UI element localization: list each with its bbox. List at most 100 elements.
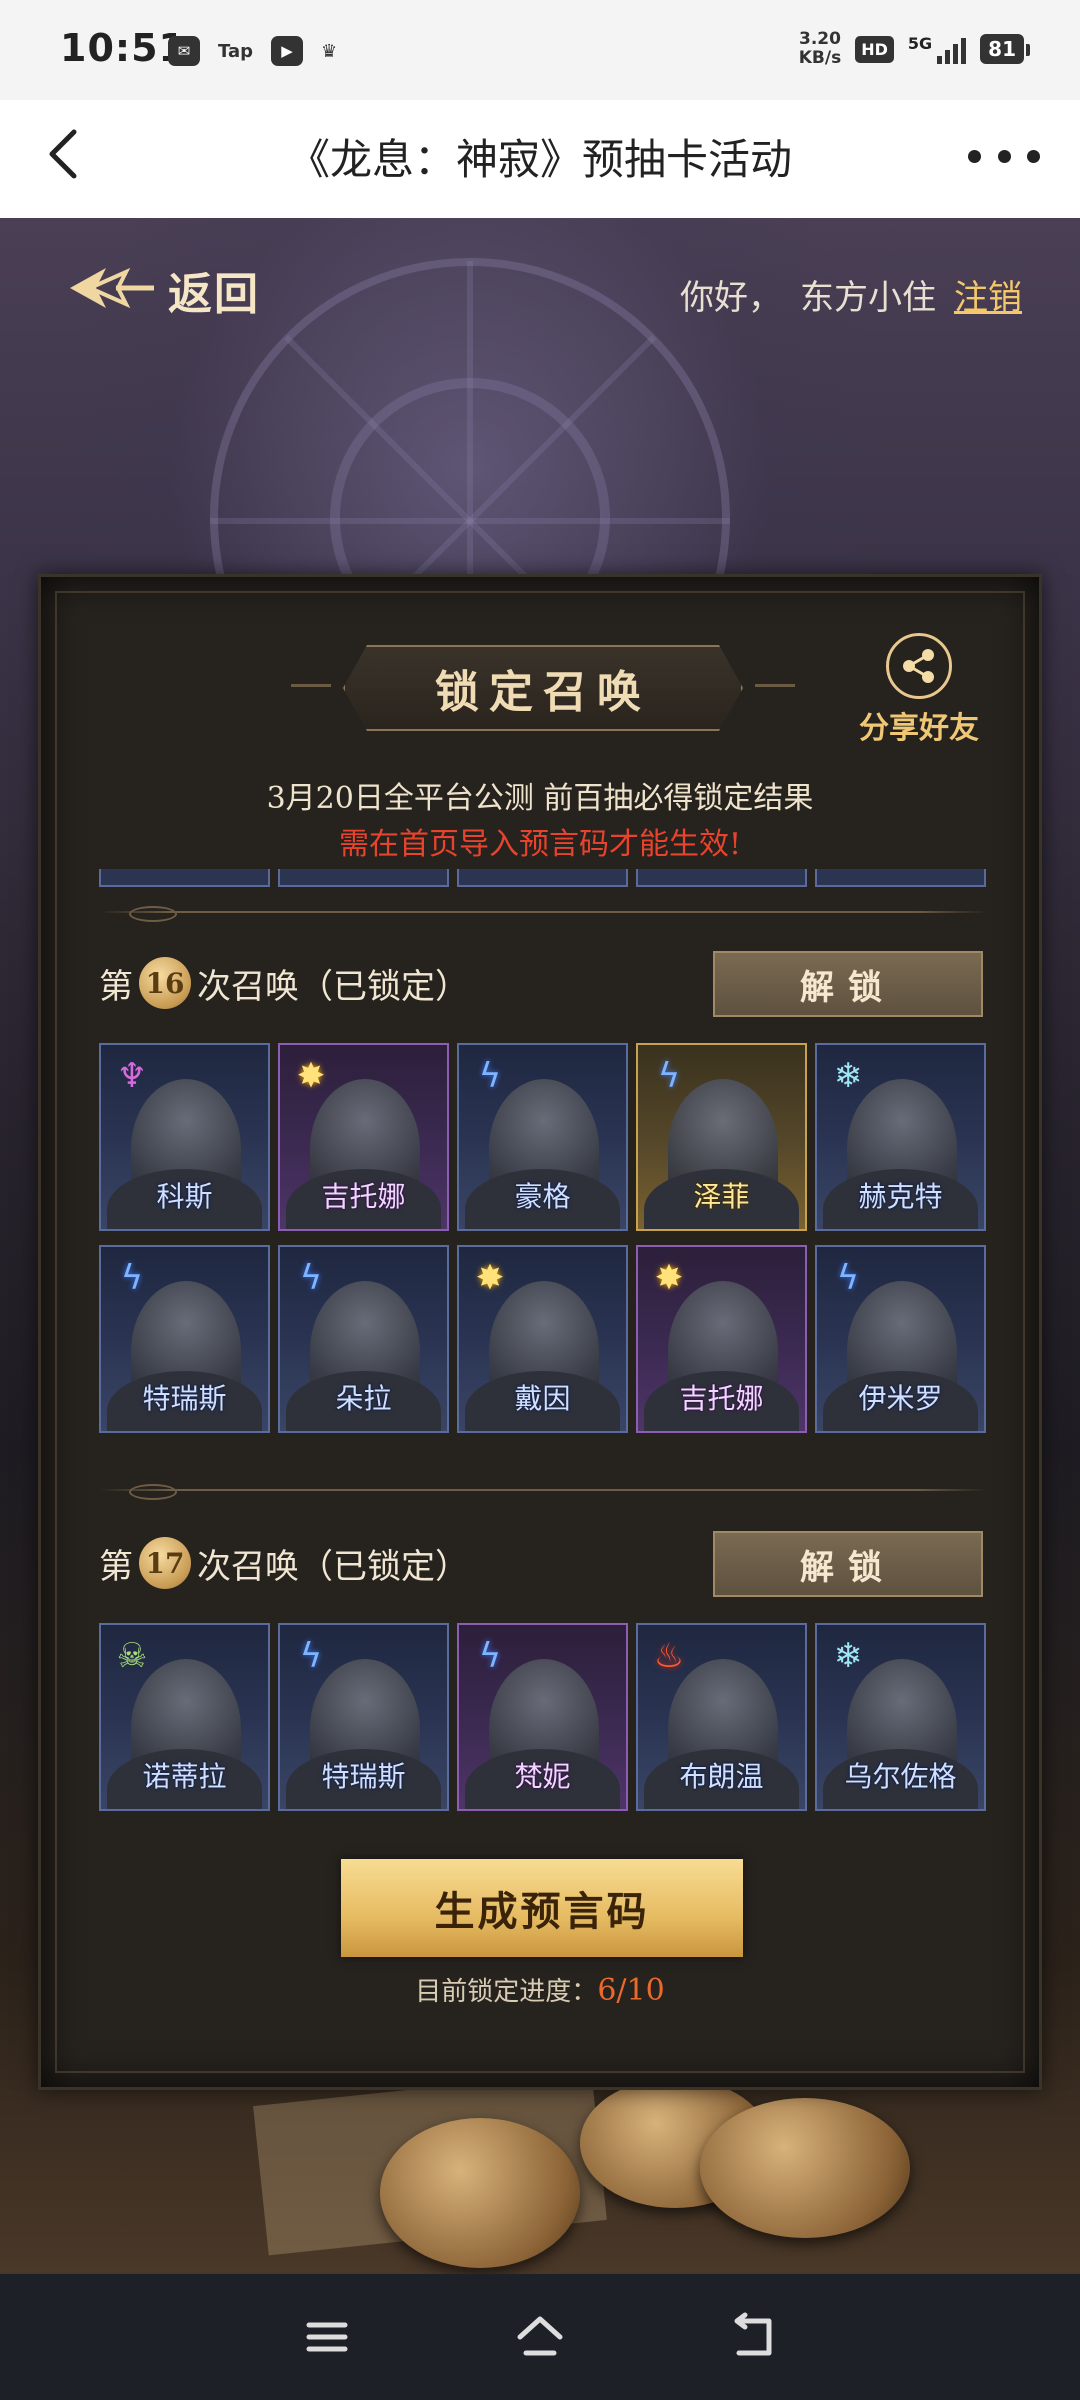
character-card[interactable]: ✸ 吉托娜 — [278, 1043, 449, 1231]
home-icon — [517, 2316, 563, 2356]
card-edge — [815, 869, 986, 887]
signal-bar — [945, 50, 951, 64]
greeting-text: 你好， — [680, 278, 782, 318]
more-options-button[interactable] — [968, 126, 1040, 186]
signal-bar — [953, 44, 959, 64]
generate-code-button[interactable]: 生成预言码 — [341, 1859, 743, 1957]
character-card[interactable]: ✸ 吉托娜 — [636, 1245, 807, 1433]
poison-element-icon: ☠ — [116, 1636, 148, 1676]
character-grid: ♆ 科斯 ✸ 吉托娜 ϟ 豪格 ϟ 泽菲 ❄ 赫克特 ϟ 特瑞斯 ϟ 朵拉 ✸ 戴因 ✸ 吉托娜 ϟ 伊米罗 — [99, 1043, 989, 1433]
character-card[interactable]: ϟ 朵拉 — [278, 1245, 449, 1433]
light-element-icon: ✸ — [475, 1258, 505, 1298]
share-friends-button[interactable]: 分享好友 — [849, 633, 989, 747]
notification-icons: ✉ Tap ▶ ♛ — [168, 36, 337, 66]
recent-apps-button[interactable] — [287, 2297, 367, 2377]
summon-prefix: 第 — [99, 966, 133, 1007]
character-name: 布朗温 — [679, 1760, 764, 1793]
panel-title-text: 锁定召唤 — [435, 667, 651, 718]
character-card[interactable]: ✸ 戴因 — [457, 1245, 628, 1433]
thunder-element-icon: ϟ — [836, 1258, 860, 1298]
summon-label: 第 16 次召唤（已锁定） — [99, 957, 469, 1009]
generate-code-label: 生成预言码 — [434, 1888, 650, 1935]
net-speed-unit: KB/s — [798, 48, 842, 68]
previous-summon-cards — [99, 869, 986, 887]
character-card[interactable]: ϟ 特瑞斯 — [99, 1245, 270, 1433]
home-button[interactable] — [500, 2297, 580, 2377]
lock-progress: 目前锁定进度：6/10 — [41, 1971, 1039, 2008]
unlock-button[interactable]: 解锁 — [713, 1531, 983, 1597]
logout-link[interactable]: 注销 — [954, 270, 1022, 319]
panel-title: 锁定召唤 — [343, 645, 743, 731]
character-name: 诺蒂拉 — [142, 1760, 227, 1793]
character-card[interactable]: ❄ 乌尔佐格 — [815, 1623, 986, 1811]
character-card[interactable]: ϟ 特瑞斯 — [278, 1623, 449, 1811]
game-back-button[interactable]: 返回 — [66, 258, 260, 322]
character-card[interactable]: ☠ 诺蒂拉 — [99, 1623, 270, 1811]
character-name: 科斯 — [156, 1180, 213, 1213]
menu-icon — [306, 2322, 348, 2352]
tap-icon: Tap — [218, 40, 253, 62]
back-button[interactable] — [36, 124, 106, 194]
character-name: 特瑞斯 — [142, 1382, 227, 1415]
summon-suffix: 次召唤（已锁定） — [197, 1546, 469, 1587]
thunder-element-icon: ϟ — [657, 1056, 681, 1096]
back-icon — [734, 2312, 772, 2356]
summon-label: 第 17 次召唤（已锁定） — [99, 1537, 469, 1589]
system-nav-bar — [0, 2274, 1080, 2400]
network-type: 5G — [907, 34, 933, 53]
summon-suffix: 次召唤（已锁定） — [197, 966, 469, 1007]
summon-prefix: 第 — [99, 1546, 133, 1587]
summon-number-badge: 16 — [139, 957, 191, 1009]
media-icon: ▶ — [271, 36, 303, 66]
coin-image — [700, 2098, 910, 2238]
background-spoke — [467, 261, 473, 521]
unlock-button[interactable]: 解锁 — [713, 951, 983, 1017]
title-ornament-left — [291, 684, 331, 687]
progress-label: 目前锁定进度： — [415, 1977, 598, 2007]
character-card[interactable]: ♆ 科斯 — [99, 1043, 270, 1231]
light-element-icon: ✸ — [654, 1258, 684, 1298]
character-card[interactable]: ❄ 赫克特 — [815, 1043, 986, 1231]
event-page: 返回 你好， 东方小住 注销 锁定召唤 分享好友 3月20日全平台公测 前百抽必… — [0, 218, 1080, 2274]
card-edge — [99, 869, 270, 887]
system-back-button[interactable] — [713, 2297, 793, 2377]
background-spoke — [210, 518, 470, 524]
background-coins — [380, 2078, 940, 2274]
message-icon: ✉ — [168, 36, 200, 66]
character-card[interactable]: ♨ 布朗温 — [636, 1623, 807, 1811]
coin-image — [380, 2118, 580, 2268]
dot-icon — [1027, 149, 1040, 163]
user-greeting: 你好， 东方小住 注销 — [680, 270, 1022, 319]
dot-icon — [997, 149, 1011, 163]
character-name: 泽菲 — [693, 1180, 750, 1213]
summon-list[interactable]: 第 16 次召唤（已锁定） 解锁 ♆ 科斯 ✸ 吉托娜 ϟ 豪格 ϟ 泽菲 ❄ 赫克特 ϟ 特瑞斯 ϟ 朵… — [99, 869, 989, 1823]
thunder-element-icon: ϟ — [478, 1636, 502, 1676]
character-card[interactable]: ϟ 梵妮 — [457, 1623, 628, 1811]
card-edge — [636, 869, 807, 887]
frost-element-icon: ❄ — [833, 1056, 863, 1096]
card-edge — [457, 869, 628, 887]
share-label: 分享好友 — [859, 711, 979, 746]
username: 东方小住 — [800, 278, 936, 318]
character-card[interactable]: ϟ 豪格 — [457, 1043, 628, 1231]
frost-element-icon: ❄ — [833, 1636, 863, 1676]
character-card[interactable]: ϟ 伊米罗 — [815, 1245, 986, 1433]
character-name: 豪格 — [514, 1180, 571, 1213]
character-name: 乌尔佐格 — [844, 1760, 957, 1793]
background-spoke — [470, 518, 730, 524]
progress-value: 6/10 — [597, 1973, 665, 2008]
fire-element-icon: ♨ — [653, 1636, 685, 1676]
page-title: 《龙息：神寂》预抽卡活动 — [287, 135, 792, 184]
character-card[interactable]: ϟ 泽菲 — [636, 1043, 807, 1231]
back-label: 返回 — [168, 269, 260, 320]
character-name: 伊米罗 — [858, 1382, 943, 1415]
thunder-element-icon: ϟ — [478, 1056, 502, 1096]
chevron-left-icon — [49, 129, 77, 179]
summon-number-badge: 17 — [139, 1537, 191, 1589]
character-name: 朵拉 — [335, 1382, 392, 1415]
battery-icon: 81 — [980, 34, 1030, 64]
ornate-arrow-left-icon — [66, 262, 156, 318]
lock-summon-panel: 锁定召唤 分享好友 3月20日全平台公测 前百抽必得锁定结果 需在首页导入预言码… — [38, 574, 1042, 2090]
light-element-icon: ✸ — [296, 1056, 326, 1096]
character-name: 吉托娜 — [679, 1382, 764, 1415]
